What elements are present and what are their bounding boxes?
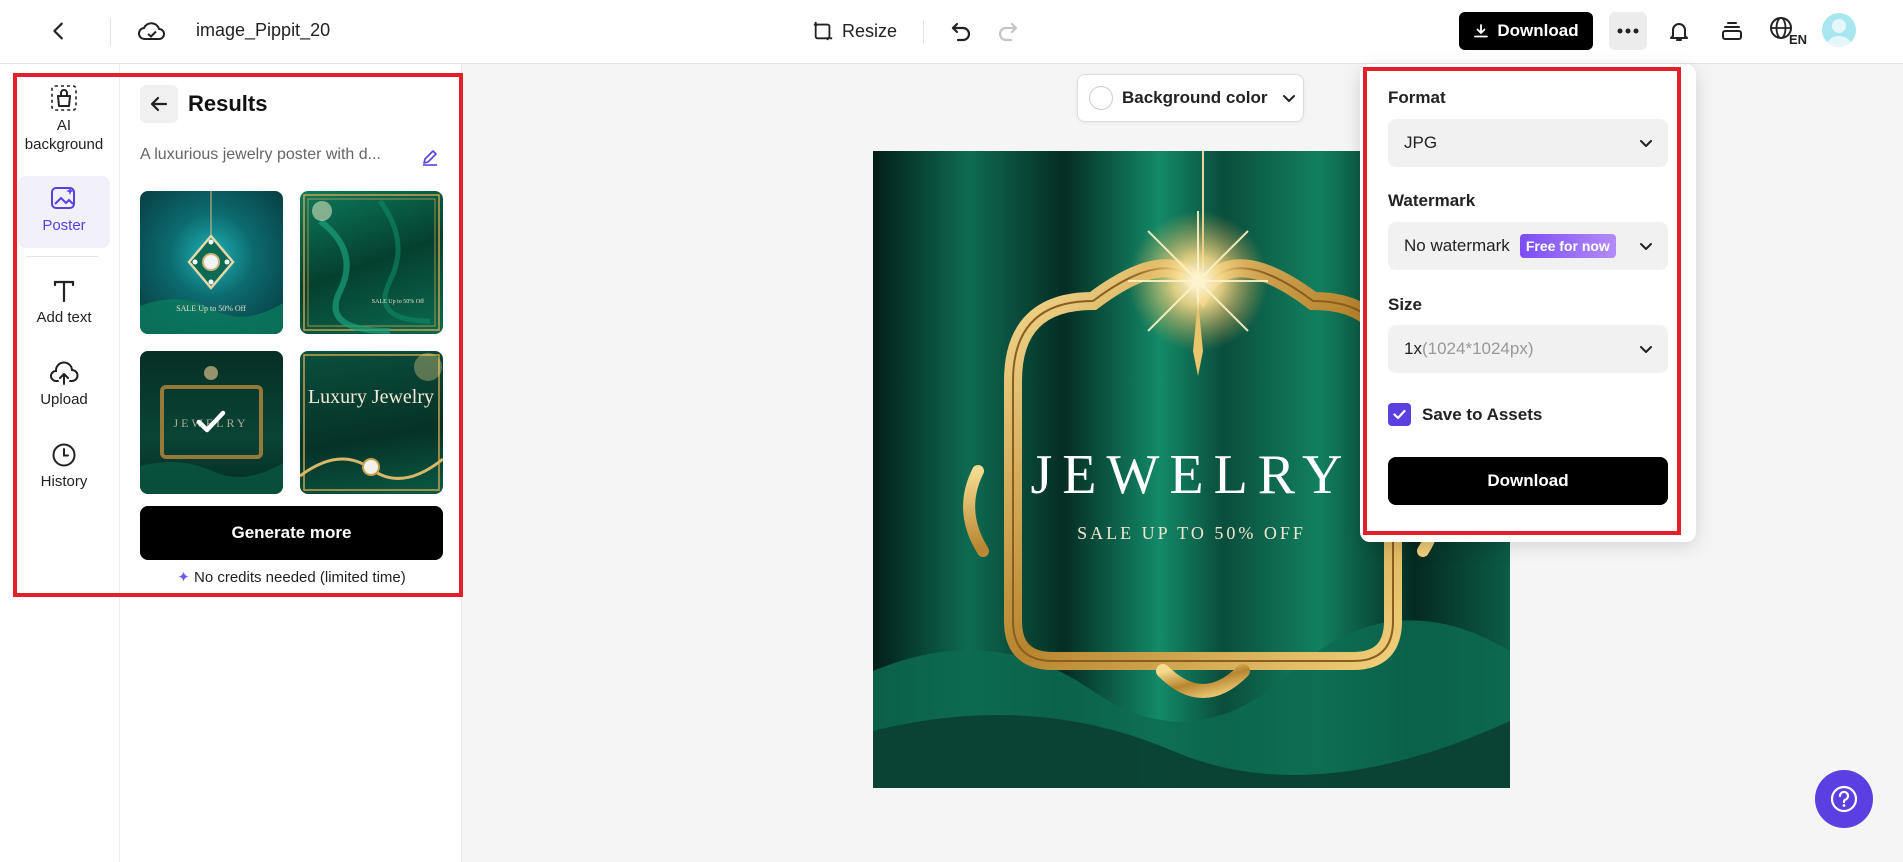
credits-note-text: No credits needed (limited time): [193, 569, 406, 586]
divider: [26, 256, 98, 257]
top-bar: image_Pippit_20 Resize Download EN: [0, 0, 1903, 64]
download-settings-panel: Format JPG Watermark No watermark Free f…: [1360, 64, 1696, 542]
question-icon: [1830, 785, 1858, 813]
pencil-icon: [423, 150, 437, 166]
save-to-assets-label[interactable]: Save to Assets: [1422, 405, 1542, 425]
watermark-value: No watermark: [1404, 236, 1510, 255]
divider: [110, 18, 111, 46]
result-thumbnail-3[interactable]: JEWELRY: [140, 351, 283, 494]
notifications-button[interactable]: [1661, 13, 1697, 49]
watermark-select[interactable]: No watermark Free for now: [1388, 222, 1668, 270]
size-value: 1x: [1404, 339, 1422, 358]
chevron-down-icon: [1640, 243, 1652, 250]
upload-cloud-icon: [50, 361, 79, 385]
more-options-button[interactable]: [1609, 12, 1647, 50]
result-thumbnail-4[interactable]: Luxury Jewelry: [300, 351, 443, 494]
checkmark-icon: [1393, 409, 1406, 420]
gold-frame-image: JEWELRY: [140, 351, 283, 494]
size-select[interactable]: 1x (1024*1024px): [1388, 325, 1668, 373]
download-icon: [1474, 24, 1489, 38]
assets-button[interactable]: [1714, 13, 1750, 49]
results-panel: Results A luxurious jewelry poster with …: [120, 64, 462, 862]
result-thumbnail-2[interactable]: SALE Up to 50% Off: [300, 191, 443, 334]
save-to-assets-checkbox[interactable]: [1388, 403, 1411, 426]
undo-button[interactable]: [944, 14, 978, 48]
undo-icon: [951, 22, 971, 42]
language-button[interactable]: EN: [1768, 13, 1808, 49]
more-icon: [1617, 28, 1639, 34]
format-label: Format: [1388, 88, 1446, 107]
poster-icon: [51, 187, 75, 209]
lang-label: EN: [1789, 32, 1807, 47]
thumbnail-caption: SALE Up to 50% Off: [372, 298, 424, 305]
globe-icon: EN: [1770, 17, 1807, 47]
chevron-down-icon: [1640, 346, 1652, 353]
clock-icon: [52, 443, 76, 467]
prompt-text: A luxurious jewelry poster with d...: [140, 146, 381, 163]
rail-item-history[interactable]: History: [18, 442, 110, 491]
sparkle-icon: ✦: [177, 569, 190, 586]
credits-note: ✦ No credits needed (limited time): [140, 568, 443, 586]
rail-item-poster[interactable]: Poster: [18, 176, 110, 248]
results-title: Results: [188, 91, 268, 116]
size-detail: (1024*1024px): [1421, 339, 1534, 358]
divider: [923, 20, 924, 44]
format-select[interactable]: JPG: [1388, 119, 1668, 167]
background-color-label: Background color: [1122, 88, 1268, 107]
rail-item-ai-background[interactable]: AI background: [18, 84, 110, 154]
text-icon: [53, 280, 75, 303]
rail-label: History: [40, 473, 88, 490]
arrow-left-icon: [150, 96, 168, 112]
cloud-save-button[interactable]: [134, 14, 170, 48]
format-value: JPG: [1404, 133, 1438, 152]
rail-label: Poster: [42, 217, 86, 234]
document-title[interactable]: image_Pippit_20: [196, 20, 330, 41]
help-button[interactable]: [1815, 770, 1873, 828]
left-tool-rail: AI background Poster Add text Upload His…: [0, 64, 120, 862]
avatar[interactable]: [1822, 13, 1856, 47]
bell-icon: [1670, 23, 1688, 41]
generate-more-button[interactable]: Generate more: [140, 506, 443, 560]
redo-button[interactable]: [991, 14, 1025, 48]
result-thumbnail-1[interactable]: SALE Up to 50% Off: [140, 191, 283, 334]
resize-button[interactable]: Resize: [812, 14, 897, 48]
watermark-label: Watermark: [1388, 191, 1476, 210]
edit-prompt-button[interactable]: [418, 145, 442, 169]
redo-icon: [998, 22, 1018, 42]
chevron-down-icon: [1283, 95, 1296, 102]
download-button[interactable]: Download: [1459, 12, 1593, 50]
thumbnail-caption: Luxury Jewelry: [308, 386, 434, 408]
stack-icon: [1722, 22, 1742, 40]
arrow-left-icon: [53, 22, 63, 40]
confirm-download-button[interactable]: Download: [1388, 457, 1668, 505]
silk-frame-image: SALE Up to 50% Off: [303, 194, 440, 334]
results-back-button[interactable]: [140, 85, 178, 123]
download-label: Download: [1497, 21, 1579, 40]
user-icon: [1826, 19, 1852, 47]
rail-item-upload[interactable]: Upload: [18, 360, 110, 409]
bag-icon: [51, 85, 77, 111]
thumbnail-caption: SALE Up to 50% Off: [176, 304, 246, 313]
free-badge: Free for now: [1519, 234, 1616, 258]
color-swatch: [1089, 86, 1113, 110]
size-label: Size: [1388, 295, 1423, 314]
rail-label: Add text: [36, 309, 92, 326]
back-button[interactable]: [42, 14, 76, 48]
pendant-image: SALE Up to 50% Off: [140, 191, 283, 334]
chevron-down-icon: [1640, 140, 1652, 147]
resize-icon: [813, 21, 833, 41]
rail-item-add-text[interactable]: Add text: [18, 278, 110, 327]
background-color-button[interactable]: Background color: [1077, 74, 1304, 122]
rail-label: AI background: [24, 117, 104, 153]
luxury-jewelry-image: Luxury Jewelry: [300, 353, 443, 491]
cloud-icon: [138, 22, 165, 40]
resize-label: Resize: [842, 20, 898, 41]
rail-label: Upload: [40, 391, 88, 408]
